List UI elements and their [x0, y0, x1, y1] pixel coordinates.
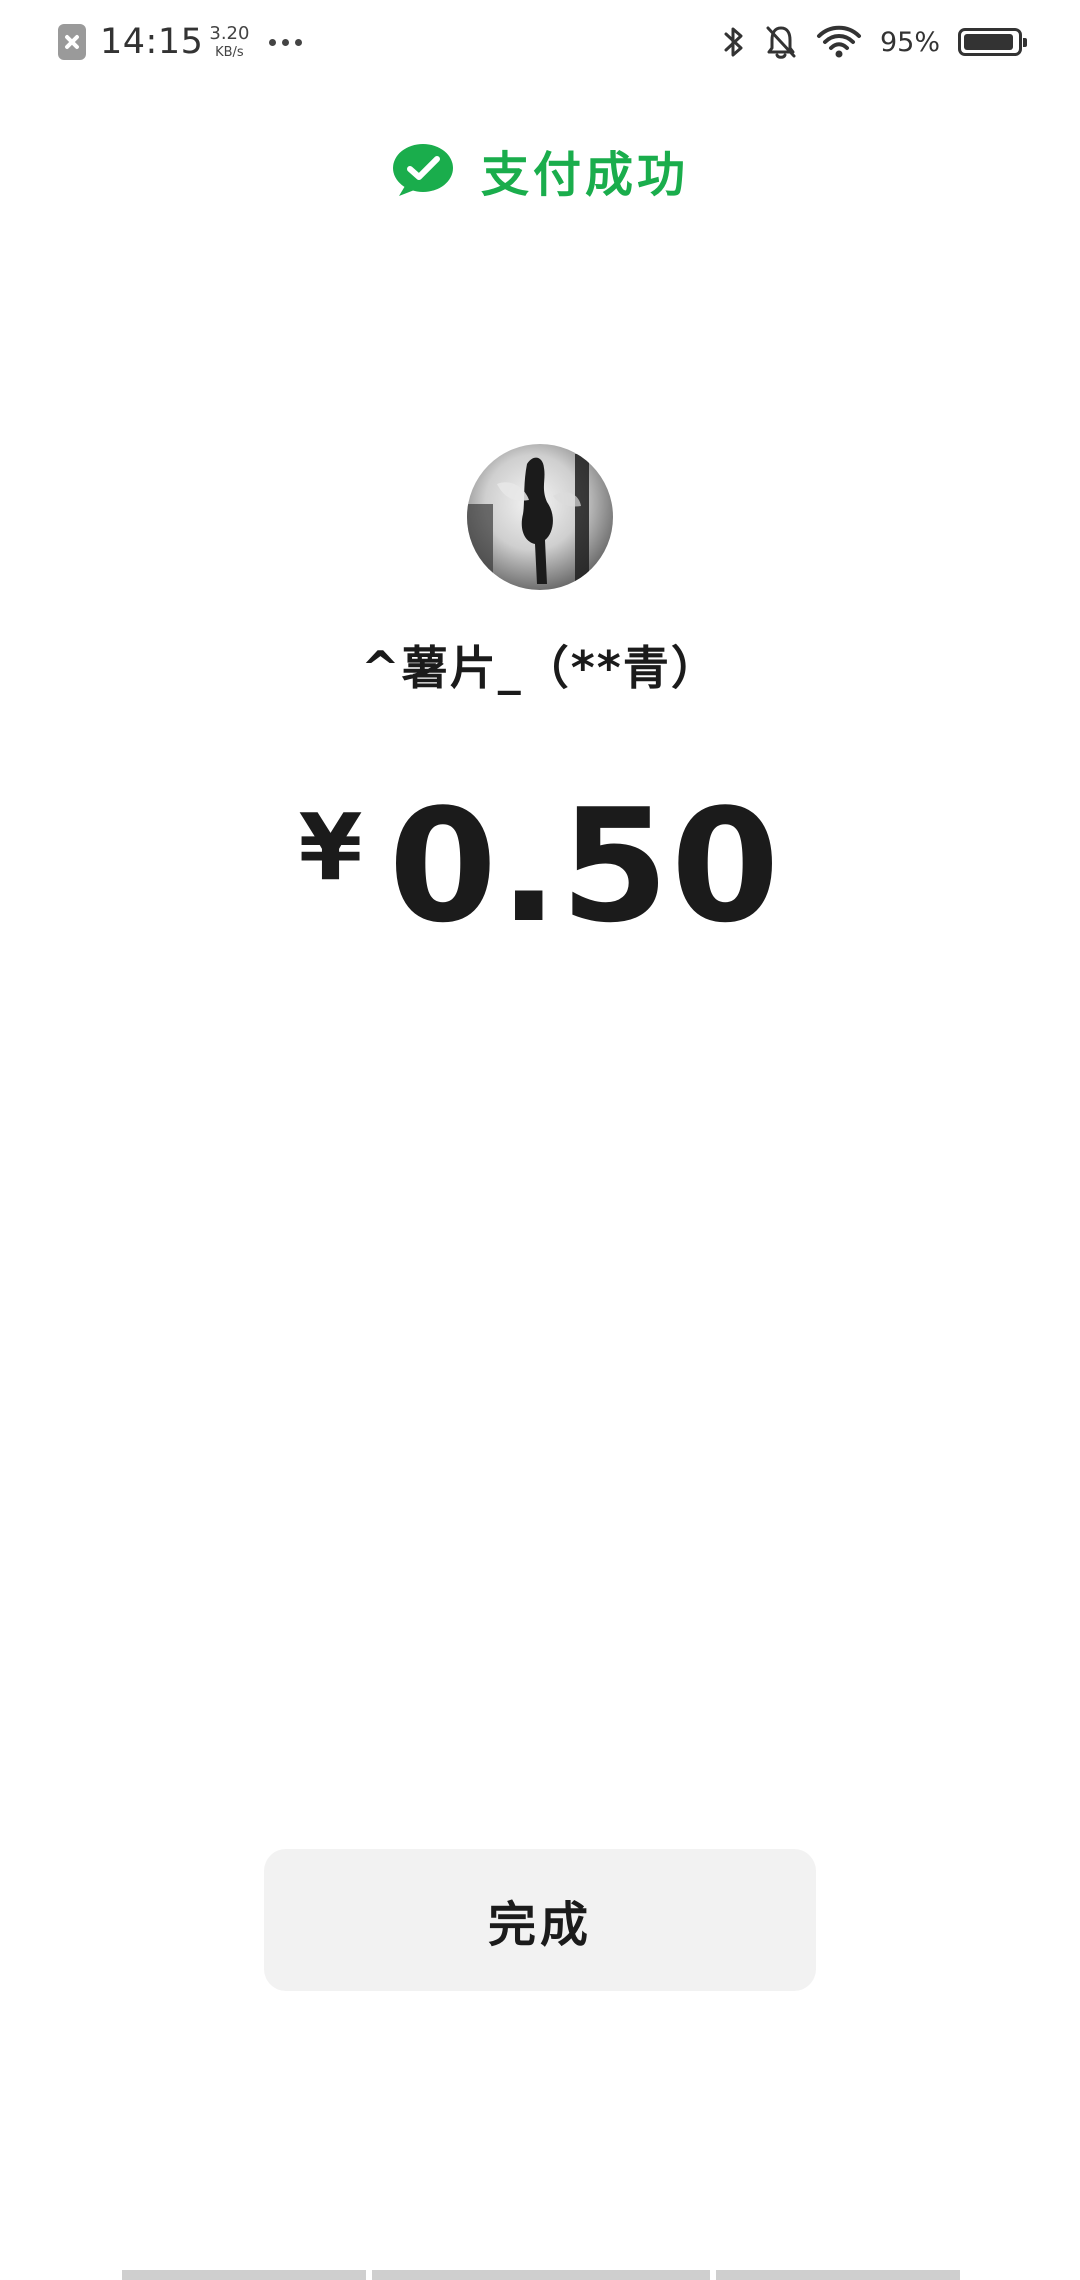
- done-button[interactable]: 完成: [264, 1849, 816, 1991]
- status-time: 14:15: [100, 22, 204, 62]
- status-bar-right: 95%: [722, 18, 1027, 66]
- payee-avatar: [467, 444, 613, 590]
- wechat-pay-icon: [392, 144, 453, 196]
- network-speed: 3.20 KB/s: [209, 23, 250, 60]
- network-speed-value: 3.20: [209, 23, 250, 44]
- bottom-indicator: [0, 2270, 1080, 2280]
- battery-percent: 95%: [879, 26, 940, 58]
- amount-value: 0.50: [388, 775, 782, 957]
- page-header: 支付成功: [0, 135, 1080, 205]
- avatar-image: [467, 454, 589, 590]
- bell-muted-icon: [766, 26, 796, 59]
- bottom-indicator-segment: [372, 2270, 710, 2280]
- bluetooth-icon: [724, 27, 743, 57]
- status-bar: 14:15 3.20 KB/s 95%: [0, 0, 1080, 84]
- battery-level: [964, 34, 1014, 50]
- bottom-indicator-segment: [122, 2270, 366, 2280]
- more-notifications-icon: [269, 38, 303, 46]
- wifi-icon: [816, 25, 861, 58]
- page-title: 支付成功: [480, 147, 689, 203]
- payee-name: ^薯片_（**青）: [361, 641, 719, 695]
- bottom-indicator-segment: [716, 2270, 960, 2280]
- battery-icon: [958, 28, 1027, 56]
- status-bar-left: 14:15 3.20 KB/s: [58, 18, 303, 66]
- currency-symbol: ¥: [298, 794, 363, 901]
- network-speed-unit: KB/s: [215, 45, 244, 60]
- notification-icon: [58, 24, 86, 60]
- payment-amount: ¥ 0.50: [0, 770, 1080, 944]
